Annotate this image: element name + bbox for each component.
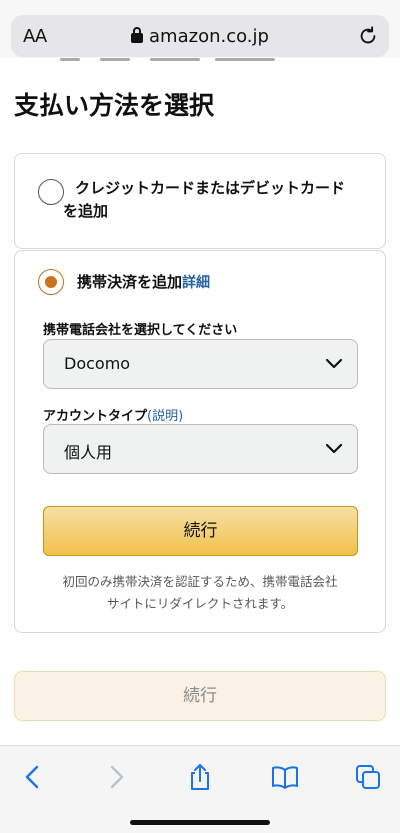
browser-address-area: AA amazon.co.jp <box>0 0 400 66</box>
account-type-label: アカウントタイプ(説明) <box>43 405 183 424</box>
forward-icon[interactable] <box>101 762 131 792</box>
chevron-down-icon <box>325 443 343 454</box>
footer-continue-button[interactable]: 続行 <box>14 671 386 721</box>
credit-radio[interactable] <box>38 179 64 205</box>
credit-label-line1: クレジットカードまたはデビットカード <box>75 179 346 197</box>
credit-card-option[interactable]: クレジットカードまたはデビットカード を追加 <box>14 153 386 249</box>
mobile-option-label: 携帯決済を追加詳細 <box>77 271 210 294</box>
details-link[interactable]: 詳細 <box>182 275 210 291</box>
carrier-select[interactable]: Docomo <box>43 339 358 389</box>
address-bar[interactable]: AA amazon.co.jp <box>11 15 389 57</box>
account-type-help-link[interactable]: (説明) <box>147 409 183 424</box>
mobile-payment-option: 携帯決済を追加詳細 携帯電話会社を選択してください Docomo アカウントタイ… <box>14 250 386 633</box>
account-type-select[interactable]: 個人用 <box>43 424 358 474</box>
account-type-value: 個人用 <box>64 443 113 462</box>
radio-selected-dot <box>45 276 57 288</box>
share-icon[interactable] <box>185 762 215 792</box>
chevron-down-icon <box>325 358 343 369</box>
lock-icon <box>131 27 144 43</box>
back-icon[interactable] <box>18 762 48 792</box>
redirect-note: 初回のみ携帯決済を認証するため、携帯電話会社 サイトにリダイレクトされます。 <box>35 571 365 615</box>
mobile-radio[interactable] <box>38 269 64 295</box>
home-indicator <box>130 820 270 825</box>
scrolled-header-remnant <box>0 58 400 70</box>
bookmarks-icon[interactable] <box>270 762 300 792</box>
redirect-note-line1: 初回のみ携帯決済を認証するため、携帯電話会社 <box>62 574 338 589</box>
tabs-icon[interactable] <box>353 762 383 792</box>
page-title: 支払い方法を選択 <box>14 91 215 120</box>
carrier-value: Docomo <box>64 354 131 373</box>
account-type-label-text: アカウントタイプ <box>43 409 148 424</box>
url-field[interactable]: amazon.co.jp <box>11 26 389 47</box>
mobile-label-text: 携帯決済を追加 <box>77 273 183 291</box>
continue-button[interactable]: 続行 <box>43 506 358 556</box>
credit-label-line2: を追加 <box>63 202 109 220</box>
redirect-note-line2: サイトにリダイレクトされます。 <box>106 596 294 611</box>
url-text: amazon.co.jp <box>149 26 269 47</box>
carrier-label: 携帯電話会社を選択してください <box>43 323 238 338</box>
reload-icon[interactable] <box>357 25 379 47</box>
credit-option-label: クレジットカードまたはデビットカード <box>75 177 345 199</box>
